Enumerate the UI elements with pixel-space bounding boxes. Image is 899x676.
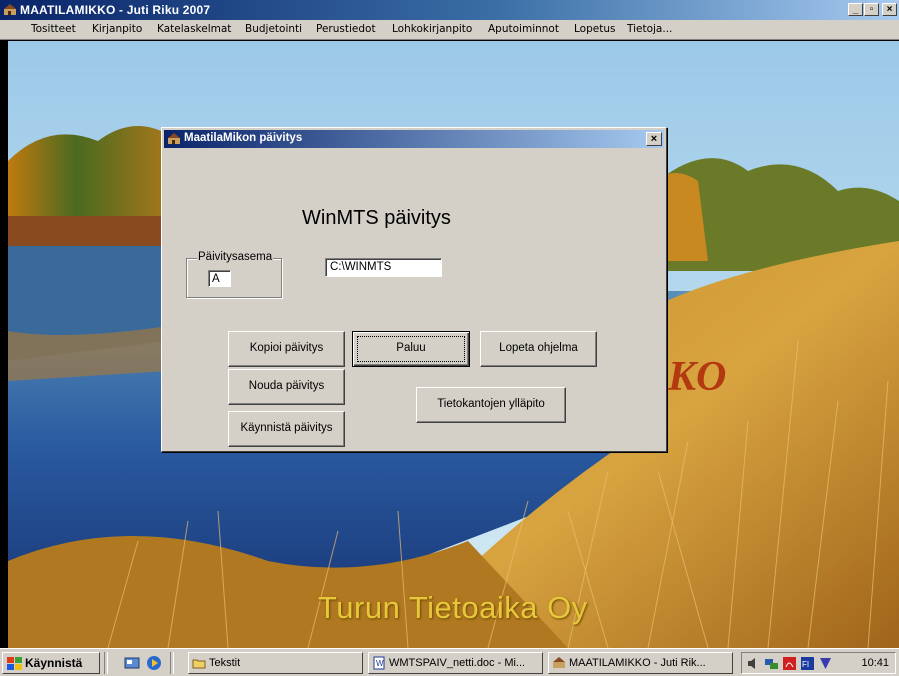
svg-text:W: W [376, 659, 384, 668]
taskbar-separator [104, 652, 108, 674]
drive-input[interactable]: A [208, 270, 231, 287]
copy-update-button[interactable]: Kopioi päivitys [228, 331, 345, 367]
main-window-title: MAATILAMIKKO - Juti Riku 2007 [20, 3, 211, 17]
quit-program-button[interactable]: Lopeta ohjelma [480, 331, 597, 367]
fetch-update-button[interactable]: Nouda päivitys [228, 369, 345, 405]
shield-icon[interactable] [818, 656, 833, 671]
dialog-close-button[interactable]: × [646, 132, 662, 146]
restore-button[interactable]: ▫ [864, 3, 879, 16]
start-update-button[interactable]: Käynnistä päivitys [228, 411, 345, 447]
menu-perustiedot[interactable]: Perustiedot [316, 23, 376, 35]
dialog-heading: WinMTS päivitys [302, 207, 451, 229]
system-tray: FI 10:41 [741, 652, 896, 674]
close-window-button[interactable]: × [882, 3, 897, 16]
acrobat-icon[interactable] [782, 656, 797, 671]
focus-rect [357, 336, 465, 362]
dialog-title: MaatilaMikon päivitys [184, 132, 303, 144]
path-input[interactable]: C:\WINMTS [325, 258, 442, 277]
menu-budjetointi[interactable]: Budjetointi [245, 23, 302, 35]
task-label: Tekstit [209, 657, 241, 669]
taskbar-separator-2 [170, 652, 174, 674]
menu-tositteet[interactable]: Tositteet [31, 23, 76, 35]
show-desktop-icon[interactable] [124, 655, 140, 671]
task-word-document[interactable]: W WMTSPAIV_netti.doc - Mi... [368, 652, 543, 674]
windows-logo-icon [7, 657, 22, 670]
network-icon[interactable] [764, 656, 779, 671]
taskbar: Käynnistä Tekstit W WMTSPAIV_netti.doc -… [0, 648, 899, 676]
back-button[interactable]: Paluu [352, 331, 470, 367]
start-button[interactable]: Käynnistä [2, 652, 100, 674]
task-label: WMTSPAIV_netti.doc - Mi... [389, 657, 526, 669]
main-window-titlebar[interactable]: MAATILAMIKKO - Juti Riku 2007 _ ▫ × [0, 0, 899, 20]
menu-tietoja[interactable]: Tietoja... [627, 23, 672, 35]
clock: 10:41 [861, 657, 889, 669]
menu-aputoiminnot[interactable]: Aputoiminnot [488, 23, 559, 35]
menu-kirjanpito[interactable]: Kirjanpito [92, 23, 142, 35]
dialog-app-icon [168, 133, 180, 144]
task-tekstit[interactable]: Tekstit [188, 652, 363, 674]
menu-lopetus[interactable]: Lopetus [574, 23, 615, 35]
db-maintenance-button[interactable]: Tietokantojen ylläpito [416, 387, 566, 423]
volume-icon[interactable] [746, 656, 761, 671]
update-dialog: MaatilaMikon päivitys × WinMTS päivitys … [161, 127, 667, 452]
task-maatilamikko[interactable]: MAATILAMIKKO - Juti Rik... [548, 652, 733, 674]
company-watermark: Turun Tietoaika Oy [318, 590, 588, 625]
dialog-titlebar[interactable]: MaatilaMikon päivitys × [164, 130, 664, 148]
word-document-icon: W [373, 656, 385, 670]
task-label: MAATILAMIKKO - Juti Rik... [569, 657, 706, 669]
minimize-button[interactable]: _ [848, 3, 863, 16]
drive-groupbox: Päivitysasema [186, 251, 282, 298]
menu-lohkokirjanpito[interactable]: Lohkokirjanpito [392, 23, 472, 35]
app-icon [4, 4, 16, 15]
menubar: Tositteet Kirjanpito Katelaskelmat Budje… [0, 20, 899, 40]
media-player-icon[interactable] [146, 655, 162, 671]
app-icon [553, 657, 565, 668]
svg-text:FI: FI [802, 660, 809, 669]
drive-group-label: Päivitysasema [197, 251, 274, 263]
language-icon[interactable]: FI [800, 656, 815, 671]
partial-logo-text: KO [668, 354, 727, 400]
menu-katelaskelmat[interactable]: Katelaskelmat [157, 23, 231, 35]
folder-icon [192, 659, 206, 669]
start-label: Käynnistä [25, 656, 83, 670]
